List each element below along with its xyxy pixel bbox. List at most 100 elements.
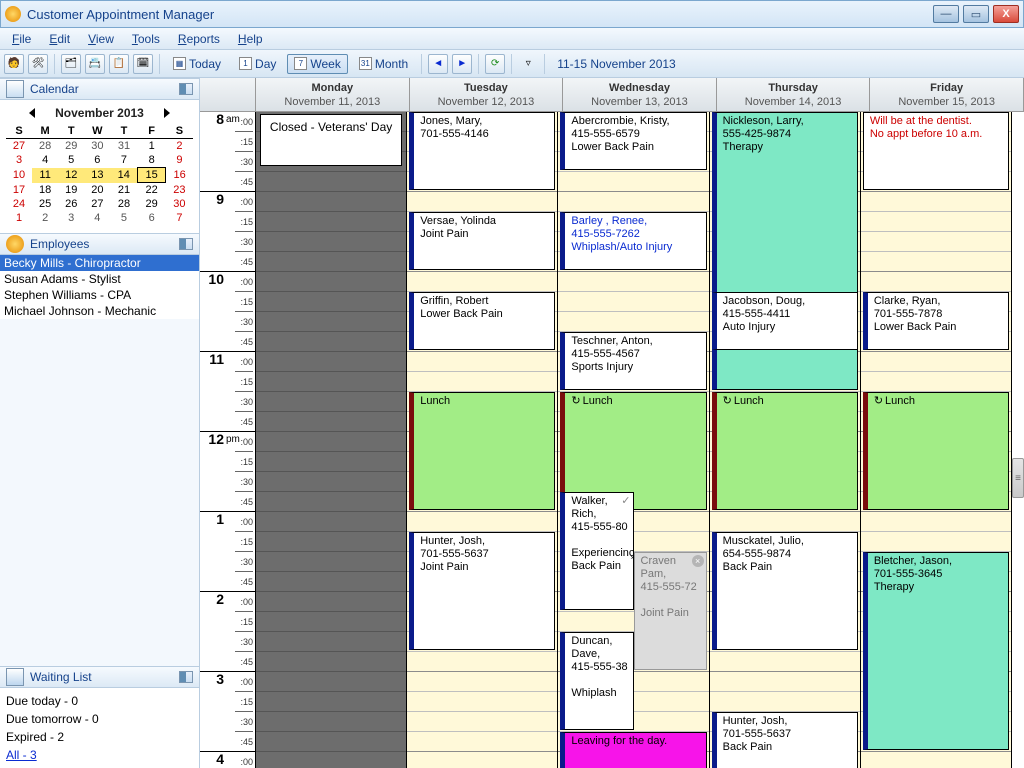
- refresh-button[interactable]: ⟳: [485, 54, 505, 74]
- week-view-button[interactable]: 7Week: [287, 54, 347, 74]
- menu-file[interactable]: File: [4, 30, 39, 48]
- menu-tools[interactable]: Tools: [124, 30, 168, 48]
- toolbar-icon-1[interactable]: 🧑: [4, 54, 24, 74]
- panel-toggle-icon[interactable]: [179, 238, 193, 250]
- calendar-day[interactable]: 30: [84, 139, 110, 154]
- calendar-day[interactable]: 15: [138, 168, 166, 183]
- appointment[interactable]: Clarke, Ryan,701-555-7878Lower Back Pain: [863, 292, 1009, 350]
- calendar-day[interactable]: 20: [84, 183, 110, 198]
- calendar-day[interactable]: 3: [6, 153, 32, 168]
- waiting-expired[interactable]: Expired - 2: [6, 728, 193, 746]
- waiting-list-panel-header[interactable]: Waiting List: [0, 666, 199, 688]
- calendar-day[interactable]: 29: [58, 139, 84, 154]
- calendar-day[interactable]: 3: [58, 211, 84, 225]
- appointment[interactable]: Griffin, RobertLower Back Pain: [409, 292, 555, 350]
- day-column[interactable]: Abercrombie, Kristy,415-555-6579Lower Ba…: [558, 112, 709, 768]
- waiting-all-link[interactable]: All - 3: [6, 746, 193, 764]
- waiting-due-tomorrow[interactable]: Due tomorrow - 0: [6, 710, 193, 728]
- next-month-button[interactable]: [164, 108, 170, 118]
- calendar-day[interactable]: 19: [58, 183, 84, 198]
- maximize-button[interactable]: ▭: [963, 5, 989, 23]
- toolbar-icon-2[interactable]: 🛠: [28, 54, 48, 74]
- toolbar-icon-6[interactable]: 🗓: [133, 54, 153, 74]
- calendar-day[interactable]: 28: [32, 139, 58, 154]
- calendar-day[interactable]: 9: [166, 153, 193, 168]
- day-column[interactable]: Closed - Veterans' Day: [256, 112, 407, 768]
- today-button[interactable]: ▦Today: [166, 54, 228, 74]
- calendar-day[interactable]: 6: [84, 153, 110, 168]
- calendar-day[interactable]: 7: [166, 211, 193, 225]
- calendar-day[interactable]: 1: [138, 139, 166, 154]
- calendar-day[interactable]: 18: [32, 183, 58, 198]
- prev-button[interactable]: ◄: [428, 54, 448, 74]
- calendar-day[interactable]: 5: [110, 211, 137, 225]
- toolbar-icon-5[interactable]: 📋: [109, 54, 129, 74]
- day-header[interactable]: ThursdayNovember 14, 2013: [717, 78, 871, 111]
- menu-reports[interactable]: Reports: [170, 30, 228, 48]
- calendar-day[interactable]: 10: [6, 168, 32, 183]
- appointment[interactable]: Will be at the dentist.No appt before 10…: [863, 112, 1009, 190]
- scrollbar-thumb[interactable]: [1012, 458, 1024, 498]
- calendar-day[interactable]: 12: [58, 168, 84, 183]
- panel-toggle-icon[interactable]: [179, 83, 193, 95]
- employee-item[interactable]: Susan Adams - Stylist: [0, 271, 199, 287]
- appointment[interactable]: Bletcher, Jason,701-555-3645Therapy: [863, 552, 1009, 750]
- calendar-day[interactable]: 27: [6, 139, 32, 154]
- employee-item[interactable]: Becky Mills - Chiropractor: [0, 255, 199, 271]
- menu-help[interactable]: Help: [230, 30, 271, 48]
- calendar-day[interactable]: 30: [166, 197, 193, 211]
- appointment[interactable]: ↻Lunch: [712, 392, 858, 510]
- calendar-day[interactable]: 11: [32, 168, 58, 183]
- calendar-day[interactable]: 13: [84, 168, 110, 183]
- filter-button[interactable]: ▿: [518, 54, 538, 74]
- calendar-day[interactable]: 25: [32, 197, 58, 211]
- calendar-day[interactable]: 1: [6, 211, 32, 225]
- close-icon[interactable]: ×: [692, 555, 704, 567]
- day-column[interactable]: Nickleson, Larry,555-425-9874TherapyJaco…: [710, 112, 861, 768]
- panel-toggle-icon[interactable]: [179, 671, 193, 683]
- appointment[interactable]: CravenPam,415-555-72Joint Pain×: [634, 552, 707, 670]
- appointment[interactable]: Musckatel, Julio,654-555-9874Back Pain: [712, 532, 858, 650]
- day-header[interactable]: FridayNovember 15, 2013: [870, 78, 1024, 111]
- calendar-day[interactable]: 31: [110, 139, 137, 154]
- next-button[interactable]: ►: [452, 54, 472, 74]
- appointment[interactable]: Lunch: [409, 392, 555, 510]
- calendar-day[interactable]: 27: [84, 197, 110, 211]
- appointment[interactable]: Teschner, Anton,415-555-4567Sports Injur…: [560, 332, 706, 390]
- calendar-day[interactable]: 21: [110, 183, 137, 198]
- appointment[interactable]: Versae, YolindaJoint Pain: [409, 212, 555, 270]
- calendar-day[interactable]: 26: [58, 197, 84, 211]
- calendar-day[interactable]: 14: [110, 168, 137, 183]
- appointment[interactable]: Jacobson, Doug,415-555-4411Auto Injury: [712, 292, 858, 350]
- menu-view[interactable]: View: [80, 30, 122, 48]
- calendar-day[interactable]: 22: [138, 183, 166, 198]
- appointment[interactable]: Hunter, Josh,701-555-5637Joint Pain: [409, 532, 555, 650]
- close-button[interactable]: X: [993, 5, 1019, 23]
- employee-item[interactable]: Stephen Williams - CPA: [0, 287, 199, 303]
- mini-calendar-grid[interactable]: SMTWTFS 27282930311234567891011121314151…: [6, 124, 193, 225]
- calendar-panel-header[interactable]: Calendar: [0, 78, 199, 100]
- appointment[interactable]: ↻Lunch: [863, 392, 1009, 510]
- calendar-day[interactable]: 23: [166, 183, 193, 198]
- day-view-button[interactable]: 1Day: [232, 54, 283, 74]
- appointment[interactable]: Jones, Mary,701-555-4146: [409, 112, 555, 190]
- waiting-due-today[interactable]: Due today - 0: [6, 692, 193, 710]
- toolbar-icon-4[interactable]: 📇: [85, 54, 105, 74]
- calendar-day[interactable]: 7: [110, 153, 137, 168]
- minimize-button[interactable]: —: [933, 5, 959, 23]
- menu-edit[interactable]: Edit: [41, 30, 78, 48]
- employees-panel-header[interactable]: Employees: [0, 233, 199, 255]
- day-header[interactable]: TuesdayNovember 12, 2013: [410, 78, 564, 111]
- appointment[interactable]: Leaving for the day.: [560, 732, 706, 768]
- day-header[interactable]: MondayNovember 11, 2013: [256, 78, 410, 111]
- toolbar-icon-3[interactable]: 🗂: [61, 54, 81, 74]
- calendar-day[interactable]: 4: [84, 211, 110, 225]
- calendar-day[interactable]: 6: [138, 211, 166, 225]
- day-column[interactable]: Jones, Mary,701-555-4146 Versae, YolindaJ…: [407, 112, 558, 768]
- prev-month-button[interactable]: [29, 108, 35, 118]
- employee-item[interactable]: Michael Johnson - Mechanic: [0, 303, 199, 319]
- calendar-day[interactable]: 16: [166, 168, 193, 183]
- calendar-day[interactable]: 17: [6, 183, 32, 198]
- day-header[interactable]: WednesdayNovember 13, 2013: [563, 78, 717, 111]
- calendar-day[interactable]: 5: [58, 153, 84, 168]
